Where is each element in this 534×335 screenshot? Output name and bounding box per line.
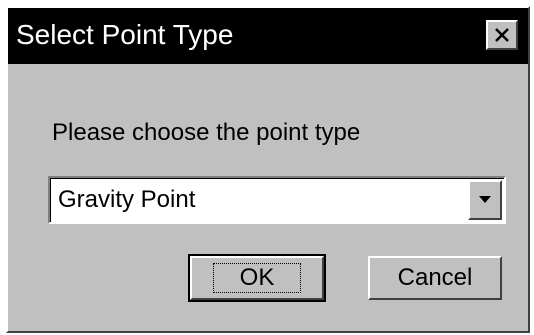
dropdown-button[interactable]	[468, 180, 502, 220]
title-bar[interactable]: Select Point Type	[8, 8, 528, 64]
prompt-label: Please choose the point type	[52, 119, 361, 146]
chevron-down-icon	[479, 196, 491, 203]
point-type-select[interactable]: Gravity Point	[48, 176, 506, 224]
close-icon	[495, 28, 509, 42]
ok-button-label: OK	[212, 263, 302, 293]
ok-button[interactable]: OK	[188, 254, 326, 302]
close-button[interactable]	[486, 20, 518, 50]
cancel-button[interactable]: Cancel	[368, 256, 502, 300]
select-point-type-dialog: Select Point Type Please choose the poin…	[6, 6, 530, 333]
window-title: Select Point Type	[16, 19, 234, 50]
point-type-value: Gravity Point	[58, 186, 196, 213]
